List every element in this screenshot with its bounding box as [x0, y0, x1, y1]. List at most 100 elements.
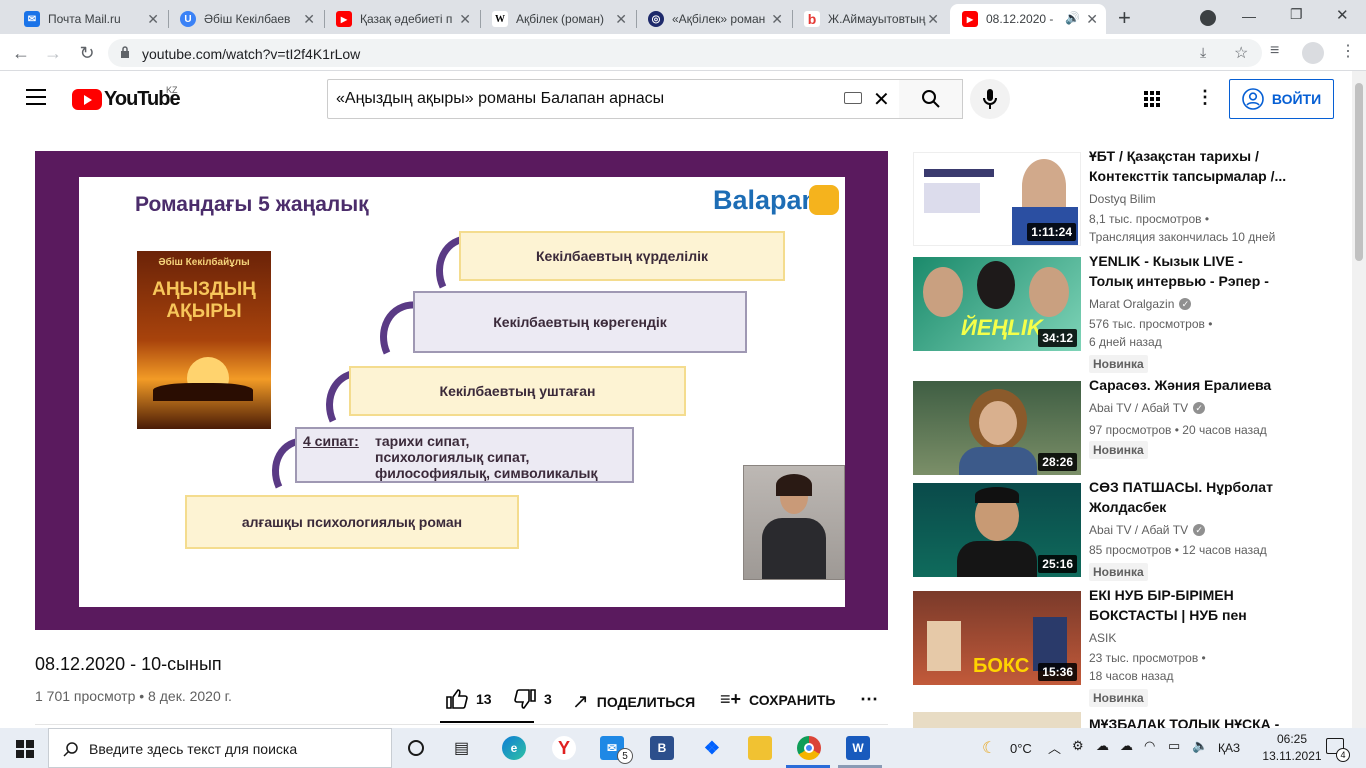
thumbnail[interactable]: 28:26	[913, 381, 1081, 475]
recommendation-title[interactable]: Сарасөз. Жәния Ералиева	[1089, 375, 1289, 395]
share-button[interactable]: ↗ ПОДЕЛИТЬСЯ	[572, 689, 695, 714]
word-icon[interactable]: W	[846, 736, 870, 760]
recommendation-title[interactable]: МҰЗБАЛАҚ ТОЛЫҚ НҰСҚА -	[1089, 714, 1289, 728]
close-icon[interactable]: ✕	[771, 11, 783, 28]
recommendation-item[interactable]: БОКС 15:36 ЕКІ НУБ БІР-БІРІМЕН БОКСТАСТЫ…	[913, 587, 1343, 707]
recommendation-item[interactable]: ЙEҢLIK 34:12 YENLIK - Кызык LIVE - Толық…	[913, 253, 1343, 373]
search-button[interactable]	[899, 79, 963, 119]
clock-date[interactable]: 13.11.2021	[1258, 749, 1326, 763]
browser-tab[interactable]: W Ақбілек (роман) ✕	[480, 4, 635, 34]
thumbnail[interactable]: БОКС 15:36	[913, 591, 1081, 685]
chrome-icon[interactable]	[797, 736, 821, 760]
file-explorer-icon[interactable]	[748, 736, 772, 760]
task-view-icon[interactable]: ▤	[454, 738, 469, 758]
close-icon[interactable]: ✕	[147, 11, 159, 28]
new-tab-icon[interactable]: +	[1118, 5, 1131, 31]
thumbnail[interactable]: ЙEҢLIK 34:12	[913, 257, 1081, 351]
browser-tab[interactable]: ✉ Почта Mail.ru ✕	[12, 4, 167, 34]
recommendation-item[interactable]: 28:26 Сарасөз. Жәния Ералиева Abai TV / …	[913, 377, 1343, 475]
wifi-icon[interactable]: ◠	[1144, 738, 1155, 754]
video-player[interactable]: Романдағы 5 жаңалық Balapan Әбіш Кекілба…	[35, 151, 888, 630]
close-icon[interactable]: ✕	[927, 11, 939, 28]
browser-tab[interactable]: ◎ «Ақбілек» роман ✕	[636, 4, 791, 34]
temperature[interactable]: 0°C	[1010, 741, 1032, 756]
hamburger-menu-icon[interactable]	[26, 89, 46, 105]
youtube-logo-icon[interactable]	[72, 89, 102, 110]
channel-name[interactable]: ASIK	[1089, 631, 1116, 645]
cloud-icon[interactable]: ☁	[1096, 738, 1109, 754]
close-window-icon[interactable]: ✕	[1336, 6, 1349, 24]
vk-icon[interactable]: В	[650, 736, 674, 760]
clock-time[interactable]: 06:25	[1266, 732, 1318, 746]
page-scrollbar[interactable]	[1352, 71, 1366, 729]
dislike-button[interactable]: 3	[514, 689, 552, 709]
address-bar[interactable]: youtube.com/watch?v=tI2f4K1rLow ⤓ ☆	[108, 39, 1262, 67]
channel-name[interactable]: Dostyq Bilim	[1089, 192, 1156, 206]
scrollbar-thumb[interactable]	[1355, 83, 1363, 261]
thumbnail[interactable]	[913, 712, 1081, 728]
recommendation-item[interactable]: 1:11:24 ҰБТ / Қазақстан тарихы / Контекс…	[913, 148, 1343, 246]
channel-name[interactable]: Abai TV / Абай TV	[1089, 401, 1188, 415]
channel-name[interactable]: Abai TV / Абай TV	[1089, 523, 1188, 537]
recommendation-title[interactable]: СӨЗ ПАТШАСЫ. Нұрболат Жолдасбек	[1089, 477, 1289, 517]
dropbox-icon[interactable]: ❖	[700, 736, 724, 760]
search-icon	[921, 90, 940, 108]
thumbnail[interactable]: 1:11:24	[913, 152, 1081, 246]
back-icon[interactable]: ←	[8, 40, 34, 66]
browser-tab[interactable]: ▶ Қазақ әдебиеті п ✕	[324, 4, 479, 34]
apps-grid-icon[interactable]	[1144, 91, 1160, 107]
volume-icon[interactable]: 🔈	[1192, 738, 1208, 754]
like-button[interactable]: 13	[446, 689, 492, 709]
recommendation-title[interactable]: ҰБТ / Қазақстан тарихы / Контексттік тап…	[1089, 146, 1289, 186]
weather-moon-icon[interactable]: ☾	[982, 738, 996, 758]
install-icon[interactable]: ⤓	[1200, 44, 1206, 61]
browser-tab[interactable]: U Әбіш Кекілбаев ✕	[168, 4, 323, 34]
windows-start-icon[interactable]	[16, 740, 34, 758]
search-box[interactable]: ✕	[327, 79, 900, 119]
close-icon[interactable]: ✕	[615, 11, 627, 28]
edge-icon[interactable]: e	[502, 736, 526, 760]
more-actions-icon[interactable]: ⋯	[860, 689, 878, 710]
sign-language-interpreter	[743, 465, 845, 580]
recommendation-item[interactable]: 25:16 СӨЗ ПАТШАСЫ. Нұрболат Жолдасбек Ab…	[913, 479, 1343, 581]
search-input[interactable]	[336, 90, 836, 108]
restore-icon[interactable]: ❐	[1290, 6, 1303, 23]
new-badge: Новинка	[1089, 355, 1148, 373]
onedrive-icon[interactable]: ☁	[1120, 738, 1133, 754]
sign-in-button[interactable]: ВОЙТИ	[1229, 79, 1334, 119]
thumbs-down-icon	[514, 689, 536, 709]
browser-tab[interactable]: b Ж.Аймауытовтың ✕	[792, 4, 947, 34]
clear-search-icon[interactable]: ✕	[873, 87, 890, 112]
close-icon[interactable]: ✕	[459, 11, 471, 28]
tab-search-icon[interactable]	[1200, 10, 1216, 26]
reload-icon[interactable]: ↻	[74, 40, 100, 66]
reading-list-icon[interactable]: ≡	[1270, 42, 1279, 60]
forward-icon[interactable]: →	[40, 40, 66, 66]
browser-tab-active[interactable]: ▶ 08.12.2020 - 🔊 ✕	[950, 4, 1106, 34]
yandex-icon[interactable]: Y	[552, 736, 576, 760]
video-frame-slide: Романдағы 5 жаңалық Balapan Әбіш Кекілба…	[79, 177, 845, 607]
recommendation-item[interactable]: МҰЗБАЛАҚ ТОЛЫҚ НҰСҚА -	[913, 712, 1343, 728]
battery-icon[interactable]: ▭	[1168, 738, 1180, 754]
settings-dots-icon[interactable]: ⋮	[1196, 87, 1214, 108]
taskbar-search[interactable]: Введите здесь текст для поиска	[48, 728, 392, 768]
recommendation-title[interactable]: YENLIK - Кызык LIVE - Толық интервью - Р…	[1089, 251, 1289, 291]
tab-title: Қазақ әдебиеті п	[360, 12, 453, 26]
chrome-menu-icon[interactable]: ⋮	[1340, 41, 1356, 61]
recommendation-title[interactable]: ЕКІ НУБ БІР-БІРІМЕН БОКСТАСТЫ | НУБ пен …	[1089, 585, 1289, 625]
close-icon[interactable]: ✕	[1086, 11, 1098, 28]
keyboard-icon[interactable]	[844, 92, 862, 104]
thumbnail[interactable]: 25:16	[913, 483, 1081, 577]
channel-name[interactable]: Marat Oralgazin	[1089, 297, 1174, 311]
tray-chevron-icon[interactable]: ︿	[1048, 738, 1061, 757]
minimize-icon[interactable]: —	[1242, 8, 1256, 24]
tray-app-icon[interactable]: ⚙	[1072, 738, 1084, 754]
close-icon[interactable]: ✕	[303, 11, 315, 28]
speaker-icon[interactable]: 🔊	[1065, 11, 1080, 25]
save-button[interactable]: ≡+ СОХРАНИТЬ	[720, 689, 835, 710]
profile-avatar-icon[interactable]	[1302, 42, 1324, 64]
bookmark-star-icon[interactable]: ☆	[1234, 43, 1248, 63]
voice-search-button[interactable]	[970, 79, 1010, 119]
input-language[interactable]: ҚАЗ	[1218, 741, 1240, 755]
cortana-icon[interactable]	[408, 740, 424, 756]
